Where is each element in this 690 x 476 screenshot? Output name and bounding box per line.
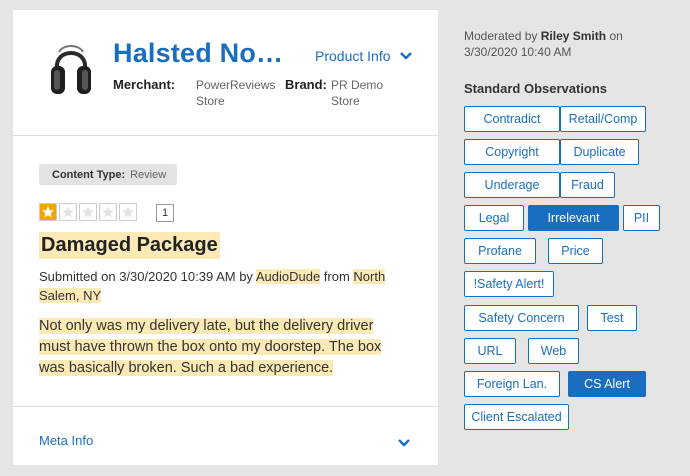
review-body: Not only was my delivery late, but the d… — [39, 316, 399, 379]
observation-button[interactable]: Web — [528, 338, 579, 364]
brand-value-line1: PR Demo — [331, 78, 384, 92]
observation-button[interactable]: Contradict — [464, 106, 560, 132]
merchant-value-line2: Store — [196, 94, 225, 108]
observation-button[interactable]: Copyright — [464, 139, 560, 165]
observation-button[interactable]: Profane — [464, 238, 536, 264]
brand-value-line2: Store — [331, 94, 360, 108]
rating-count: 1 — [156, 204, 174, 222]
observation-button[interactable]: Retail/Comp — [560, 106, 646, 132]
content-type-value: Review — [130, 168, 167, 181]
observation-button[interactable]: Price — [548, 238, 603, 264]
merchant-label: Merchant: — [113, 77, 176, 92]
chevron-down-icon — [399, 52, 412, 60]
observation-button[interactable]: Client Escalated — [464, 404, 569, 430]
brand-value: PR Demo Store — [331, 77, 383, 109]
star-icon — [79, 203, 97, 221]
observation-button[interactable]: Duplicate — [560, 139, 639, 165]
meta-info-section[interactable]: Meta Info — [13, 406, 438, 465]
star-icon — [59, 203, 77, 221]
star-icon — [119, 203, 137, 221]
observation-button[interactable]: URL — [464, 338, 516, 364]
star-icon — [39, 203, 57, 221]
observation-button[interactable]: Fraud — [560, 172, 615, 198]
review-author: AudioDude — [255, 269, 321, 284]
brand-label: Brand: — [285, 77, 327, 92]
observation-button[interactable]: Safety Concern — [464, 305, 579, 331]
observation-button[interactable]: Underage — [464, 172, 560, 198]
from-text: from — [323, 269, 350, 284]
observation-button[interactable]: CS Alert — [568, 371, 646, 397]
content-type-label: Content Type: — [52, 168, 126, 181]
moderated-suffix: on — [609, 29, 623, 43]
observation-button[interactable]: PII — [623, 205, 660, 231]
meta-info-label: Meta Info — [39, 433, 94, 448]
submitted-prefix: Submitted on 3/30/2020 10:39 AM by — [39, 269, 253, 284]
moderator-name: Riley Smith — [540, 29, 607, 43]
moderated-date: 3/30/2020 10:40 AM — [464, 45, 572, 59]
product-header: Halsted No… Product Info Merchant: Power… — [13, 10, 438, 136]
product-info-label: Product Info — [315, 48, 391, 64]
star-rating — [39, 203, 137, 221]
headphones-product-image — [51, 45, 91, 94]
meta-info-toggle[interactable] — [397, 435, 411, 453]
moderated-info: Moderated by Riley Smith on 3/30/2020 10… — [464, 28, 684, 60]
moderation-sidebar: Moderated by Riley Smith on 3/30/2020 10… — [450, 0, 690, 476]
product-info-button[interactable]: Product Info — [315, 48, 413, 64]
review-card: Halsted No… Product Info Merchant: Power… — [13, 10, 438, 465]
moderated-prefix: Moderated by — [464, 29, 538, 43]
star-icon — [99, 203, 117, 221]
review-title: Damaged Package — [39, 232, 220, 259]
review-body-text: Not only was my delivery late, but the d… — [39, 318, 382, 376]
observation-button[interactable]: Test — [587, 305, 637, 331]
observation-button[interactable]: Legal — [464, 205, 524, 231]
merchant-value-line1: PowerReviews — [196, 78, 276, 92]
observation-button[interactable]: Foreign Lan. — [464, 371, 560, 397]
observation-button[interactable]: !Safety Alert! — [464, 271, 554, 297]
chevron-down-icon — [398, 439, 410, 447]
observation-button[interactable]: Irrelevant — [528, 205, 619, 231]
content-type-badge: Content Type: Review — [39, 164, 177, 185]
standard-observations-title: Standard Observations — [464, 81, 608, 96]
product-title: Halsted No… — [113, 38, 284, 68]
submitted-info: Submitted on 3/30/2020 10:39 AM by Audio… — [39, 267, 399, 305]
merchant-value: PowerReviews Store — [196, 77, 275, 109]
